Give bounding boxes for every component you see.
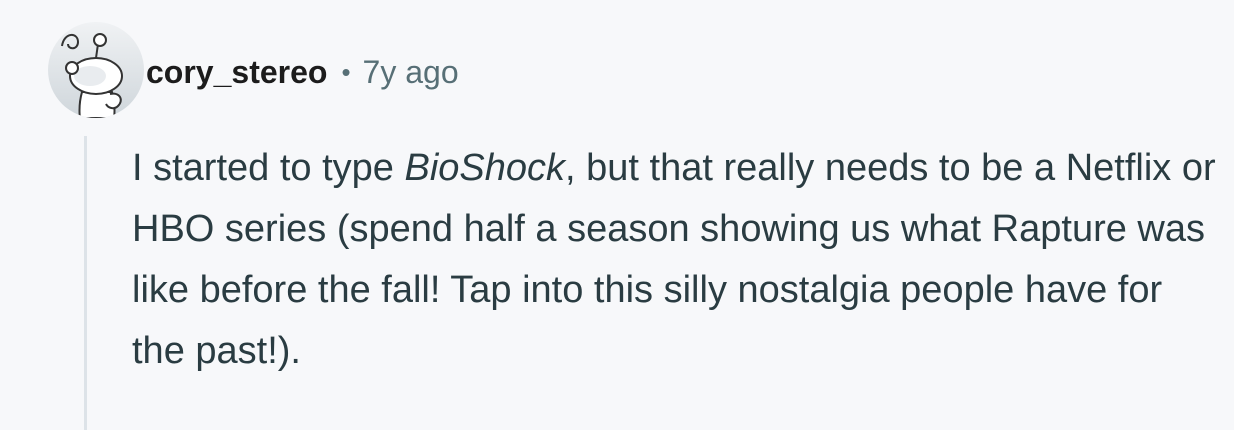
thread-line[interactable] (84, 136, 87, 430)
user-avatar[interactable] (48, 22, 144, 118)
comment-text-emphasis: BioShock (404, 147, 566, 189)
comment-body: I started to type BioShock, but that rea… (132, 138, 1222, 382)
comment-meta: cory_stereo • 7y ago (146, 52, 459, 92)
reddit-snoo-icon (48, 22, 144, 118)
username-link[interactable]: cory_stereo (146, 54, 327, 91)
timestamp[interactable]: 7y ago (363, 54, 459, 91)
comment-text-start: I started to type (132, 147, 405, 189)
comment: cory_stereo • 7y ago I started to type B… (0, 0, 1234, 430)
meta-separator: • (341, 56, 351, 87)
